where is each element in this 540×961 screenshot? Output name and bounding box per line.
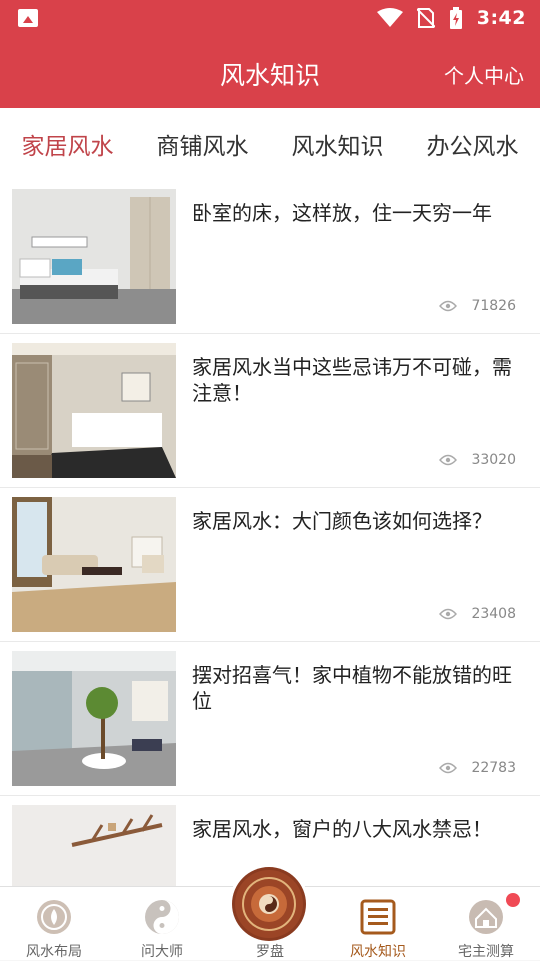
nav-ask-master[interactable]: 问大师 [108,887,216,961]
nav-fengshui-knowledge[interactable]: 风水知识 [324,887,432,961]
article-title: 家居风水当中这些忌讳万不可碰，需注意！ [192,355,512,405]
wifi-icon [376,8,403,27]
article-item[interactable]: 家居风水：大门颜色该如何选择？ 23408 [0,488,540,642]
nav-layout[interactable]: 风水布局 [0,887,108,961]
status-bar: 3:42 [0,0,540,36]
nav-label: 风水布局 [26,944,82,960]
nav-label: 罗盘 [256,944,284,960]
view-count-value: 23408 [471,606,516,622]
notification-badge [506,893,520,907]
app-bar: 风水知识 个人中心 [0,36,540,108]
article-item[interactable]: 摆对招喜气！家中植物不能放错的旺位 22783 [0,642,540,796]
eye-icon [439,762,458,774]
view-count: 33020 [439,452,516,468]
book-icon [360,899,396,935]
article-thumbnail [12,343,176,478]
article-title: 家居风水：大门颜色该如何选择？ [192,509,492,533]
view-count: 23408 [439,606,516,622]
article-thumbnail [12,189,176,324]
nav-house-reading[interactable]: 宅主测算 [432,887,540,961]
profile-button[interactable]: 个人中心 [444,60,524,89]
status-time: 3:42 [476,7,526,29]
article-thumbnail [12,805,176,886]
nav-label: 问大师 [141,944,183,960]
tab-office-fengshui[interactable]: 办公风水 [421,127,525,161]
eye-icon [439,608,458,620]
view-count-value: 71826 [471,298,516,314]
bottom-navigation: 风水布局 问大师 罗盘 风水知识 宅主测算 [0,867,540,961]
article-title: 摆对招喜气！家中植物不能放错的旺位 [192,663,512,713]
eye-icon [439,454,458,466]
no-sim-icon [416,8,435,28]
house-icon [469,900,503,934]
nav-label: 风水知识 [350,944,406,960]
tab-fengshui-knowledge[interactable]: 风水知识 [286,127,390,161]
lotus-icon [37,900,71,934]
article-thumbnail [12,497,176,632]
article-list: 卧室的床，这样放，住一天穷一年 71826 家居风水当中这些忌讳万不可碰，需注意… [0,180,540,886]
view-count: 71826 [439,298,516,314]
battery-icon [449,7,462,29]
eye-icon [439,300,458,312]
nav-label: 宅主测算 [458,944,514,960]
view-count-value: 33020 [471,452,516,468]
tab-home-fengshui[interactable]: 家居风水 [16,127,120,161]
article-title: 家居风水，窗户的八大风水禁忌！ [192,817,492,841]
category-tabs: 家居风水 商铺风水 风水知识 办公风水 [0,108,540,180]
yin-yang-icon [145,900,179,934]
compass-icon[interactable] [232,867,306,941]
article-item[interactable]: 家居风水当中这些忌讳万不可碰，需注意！ 33020 [0,334,540,488]
view-count: 22783 [439,760,516,776]
article-item[interactable]: 卧室的床，这样放，住一天穷一年 71826 [0,180,540,334]
view-count-value: 22783 [471,760,516,776]
gallery-notification-icon [18,9,38,27]
article-title: 卧室的床，这样放，住一天穷一年 [192,201,492,225]
tab-shop-fengshui[interactable]: 商铺风水 [151,127,255,161]
article-thumbnail [12,651,176,786]
